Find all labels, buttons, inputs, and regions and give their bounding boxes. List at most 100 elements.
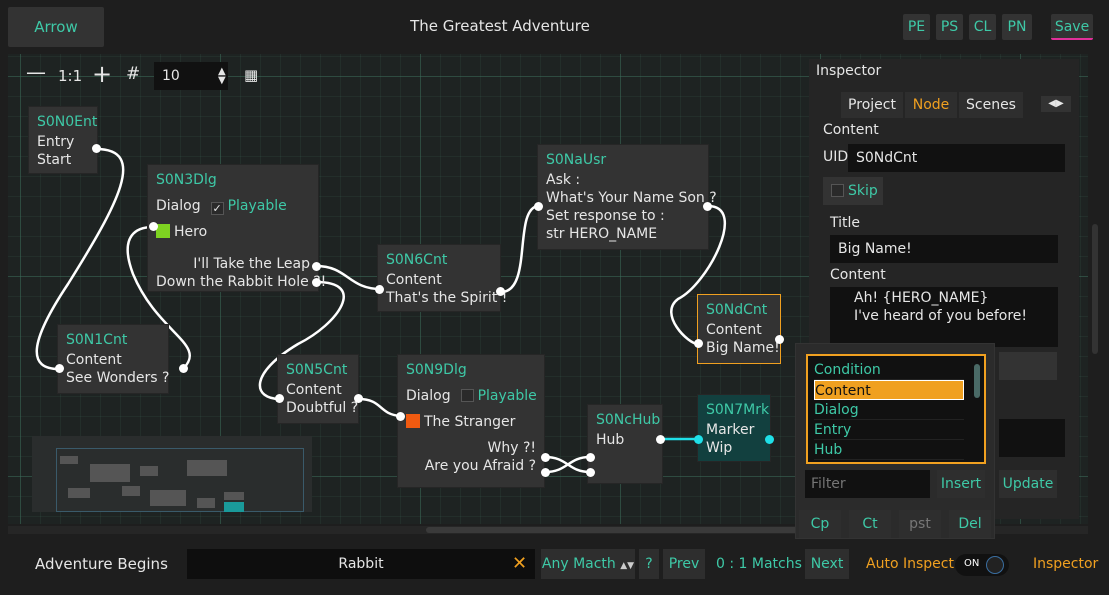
node-text: See Wonders ? bbox=[66, 370, 170, 386]
insert-button[interactable]: Insert bbox=[937, 470, 985, 498]
input-port[interactable] bbox=[586, 468, 595, 477]
node-hub[interactable]: S0NcHub Hub bbox=[587, 404, 663, 484]
toggle-state: ON bbox=[964, 558, 980, 569]
prev-button[interactable]: Prev bbox=[663, 549, 705, 579]
filter-input[interactable] bbox=[805, 470, 930, 498]
title-field[interactable]: Big Name! bbox=[830, 235, 1058, 263]
output-port[interactable] bbox=[179, 364, 188, 373]
output-port[interactable] bbox=[656, 435, 665, 444]
inspector-toggle-link[interactable]: Inspector bbox=[1033, 556, 1098, 572]
output-port[interactable] bbox=[541, 453, 550, 462]
content-label: Content bbox=[830, 267, 886, 283]
skip-checkbox[interactable] bbox=[831, 184, 844, 197]
node-entry[interactable]: S0N0Ent Entry Start bbox=[28, 106, 98, 174]
output-port[interactable] bbox=[312, 278, 321, 287]
minimap-node bbox=[60, 456, 78, 464]
project-title: The Greatest Adventure bbox=[410, 17, 590, 35]
minimap-node bbox=[150, 490, 186, 506]
output-port[interactable] bbox=[354, 394, 363, 403]
input-port[interactable] bbox=[375, 285, 384, 294]
content-textarea[interactable]: Ah! {HERO_NAME} I've heard of you before… bbox=[830, 287, 1058, 347]
next-button[interactable]: Next bbox=[805, 549, 849, 579]
cut-button[interactable]: Ct bbox=[849, 510, 891, 538]
character-color-swatch bbox=[156, 224, 170, 238]
cl-button[interactable]: CL bbox=[969, 14, 996, 40]
node-content-doubtful[interactable]: S0N5Cnt Content Doubtful ? bbox=[277, 354, 359, 424]
tab-project[interactable]: Project bbox=[841, 92, 903, 118]
minimap-node bbox=[187, 460, 227, 476]
node-marker[interactable]: S0N7Mrk Marker Wip bbox=[697, 394, 771, 462]
save-button[interactable]: Save bbox=[1051, 14, 1093, 40]
ps-button[interactable]: PS bbox=[936, 14, 963, 40]
output-port[interactable] bbox=[775, 335, 784, 344]
inspector-scrollbar[interactable] bbox=[1092, 224, 1098, 354]
node-content-bigname[interactable]: S0NdCnt Content Big Name! bbox=[697, 294, 781, 364]
node-id: S0N0Ent bbox=[37, 114, 98, 130]
minimap-node bbox=[224, 502, 244, 512]
auto-inspect-toggle[interactable]: ON bbox=[955, 554, 1009, 576]
inspector-field[interactable] bbox=[999, 419, 1065, 457]
node-type: Hub bbox=[596, 432, 625, 448]
character-name: The Stranger bbox=[424, 414, 516, 430]
match-mode-select[interactable]: Any Macth ▲▼ bbox=[541, 549, 635, 579]
input-port[interactable] bbox=[534, 202, 543, 211]
node-dialog-hero[interactable]: S0N3Dlg Dialog ✓ Playable Hero I'll Take t… bbox=[147, 164, 326, 292]
minimap[interactable] bbox=[32, 436, 312, 512]
input-port[interactable] bbox=[275, 394, 284, 403]
output-port[interactable] bbox=[92, 144, 101, 153]
output-port[interactable] bbox=[765, 435, 774, 444]
output-port[interactable] bbox=[703, 202, 712, 211]
node-insert-popup: Condition Content Dialog Entry Hub Inser… bbox=[795, 343, 1057, 539]
scrollbar-thumb[interactable] bbox=[426, 527, 826, 533]
dialog-option: Why ?! bbox=[487, 440, 537, 456]
list-item[interactable]: Entry bbox=[814, 420, 964, 440]
input-port[interactable] bbox=[694, 435, 703, 444]
input-port[interactable] bbox=[694, 339, 703, 348]
node-dialog-stranger[interactable]: S0N9Dlg Dialog Playable The Stranger Why … bbox=[397, 354, 545, 488]
node-text: str HERO_NAME bbox=[546, 226, 658, 242]
playable-checkbox[interactable] bbox=[460, 389, 474, 402]
paste-button[interactable]: pst bbox=[899, 510, 941, 538]
auto-inspect-label: Auto Inspect bbox=[866, 556, 954, 572]
inspector-button[interactable] bbox=[999, 352, 1057, 380]
scene-name[interactable]: Adventure Begins bbox=[35, 555, 168, 573]
tab-node[interactable]: Node bbox=[905, 92, 957, 118]
node-user-input[interactable]: S0NaUsr Ask : What's Your Name Son ? Set… bbox=[537, 144, 717, 250]
output-port[interactable] bbox=[312, 262, 321, 271]
node-text: What's Your Name Son ? bbox=[546, 190, 717, 206]
pe-button[interactable]: PE bbox=[903, 14, 930, 40]
search-input[interactable] bbox=[187, 549, 535, 579]
tab-scenes[interactable]: Scenes bbox=[959, 92, 1023, 118]
tab-scroll-arrows-icon[interactable]: ◀▶ bbox=[1041, 96, 1071, 112]
copy-button[interactable]: Cp bbox=[799, 510, 841, 538]
title-label: Title bbox=[830, 215, 861, 231]
node-text: That's the Spirit ! bbox=[386, 290, 508, 306]
playable-checkbox[interactable]: ✓ bbox=[210, 202, 224, 215]
node-content-spirit[interactable]: S0N6Cnt Content That's the Spirit ! bbox=[377, 244, 508, 312]
node-type-list[interactable]: Condition Content Dialog Entry Hub bbox=[806, 354, 986, 464]
input-port[interactable] bbox=[55, 364, 64, 373]
input-port[interactable] bbox=[149, 222, 158, 231]
help-button[interactable]: ? bbox=[639, 549, 659, 579]
output-port[interactable] bbox=[496, 287, 505, 296]
output-port[interactable] bbox=[541, 468, 550, 477]
dialog-option: Are you Afraid ? bbox=[424, 458, 536, 474]
skip-toggle[interactable]: Skip bbox=[823, 177, 883, 205]
input-port[interactable] bbox=[396, 412, 405, 421]
uid-field[interactable]: S0NdCnt bbox=[848, 144, 1065, 172]
node-id: S0N6Cnt bbox=[386, 252, 448, 268]
list-scrollbar[interactable] bbox=[974, 364, 980, 398]
clear-search-icon[interactable]: ✕ bbox=[512, 553, 527, 574]
input-port[interactable] bbox=[586, 453, 595, 462]
delete-button[interactable]: Del bbox=[949, 510, 991, 538]
list-item-selected[interactable]: Content bbox=[814, 380, 964, 400]
node-content-wonders[interactable]: S0N1Cnt Content See Wonders ? bbox=[57, 324, 169, 394]
dialog-option: I'll Take the Leap bbox=[193, 256, 310, 272]
list-item[interactable]: Dialog bbox=[814, 400, 964, 420]
list-item[interactable]: Condition bbox=[814, 360, 964, 380]
pn-button[interactable]: PN bbox=[1002, 14, 1032, 40]
minimap-node bbox=[197, 498, 215, 508]
character-color-swatch bbox=[406, 414, 420, 428]
update-button[interactable]: Update bbox=[999, 470, 1057, 498]
list-item[interactable]: Hub bbox=[814, 440, 964, 460]
